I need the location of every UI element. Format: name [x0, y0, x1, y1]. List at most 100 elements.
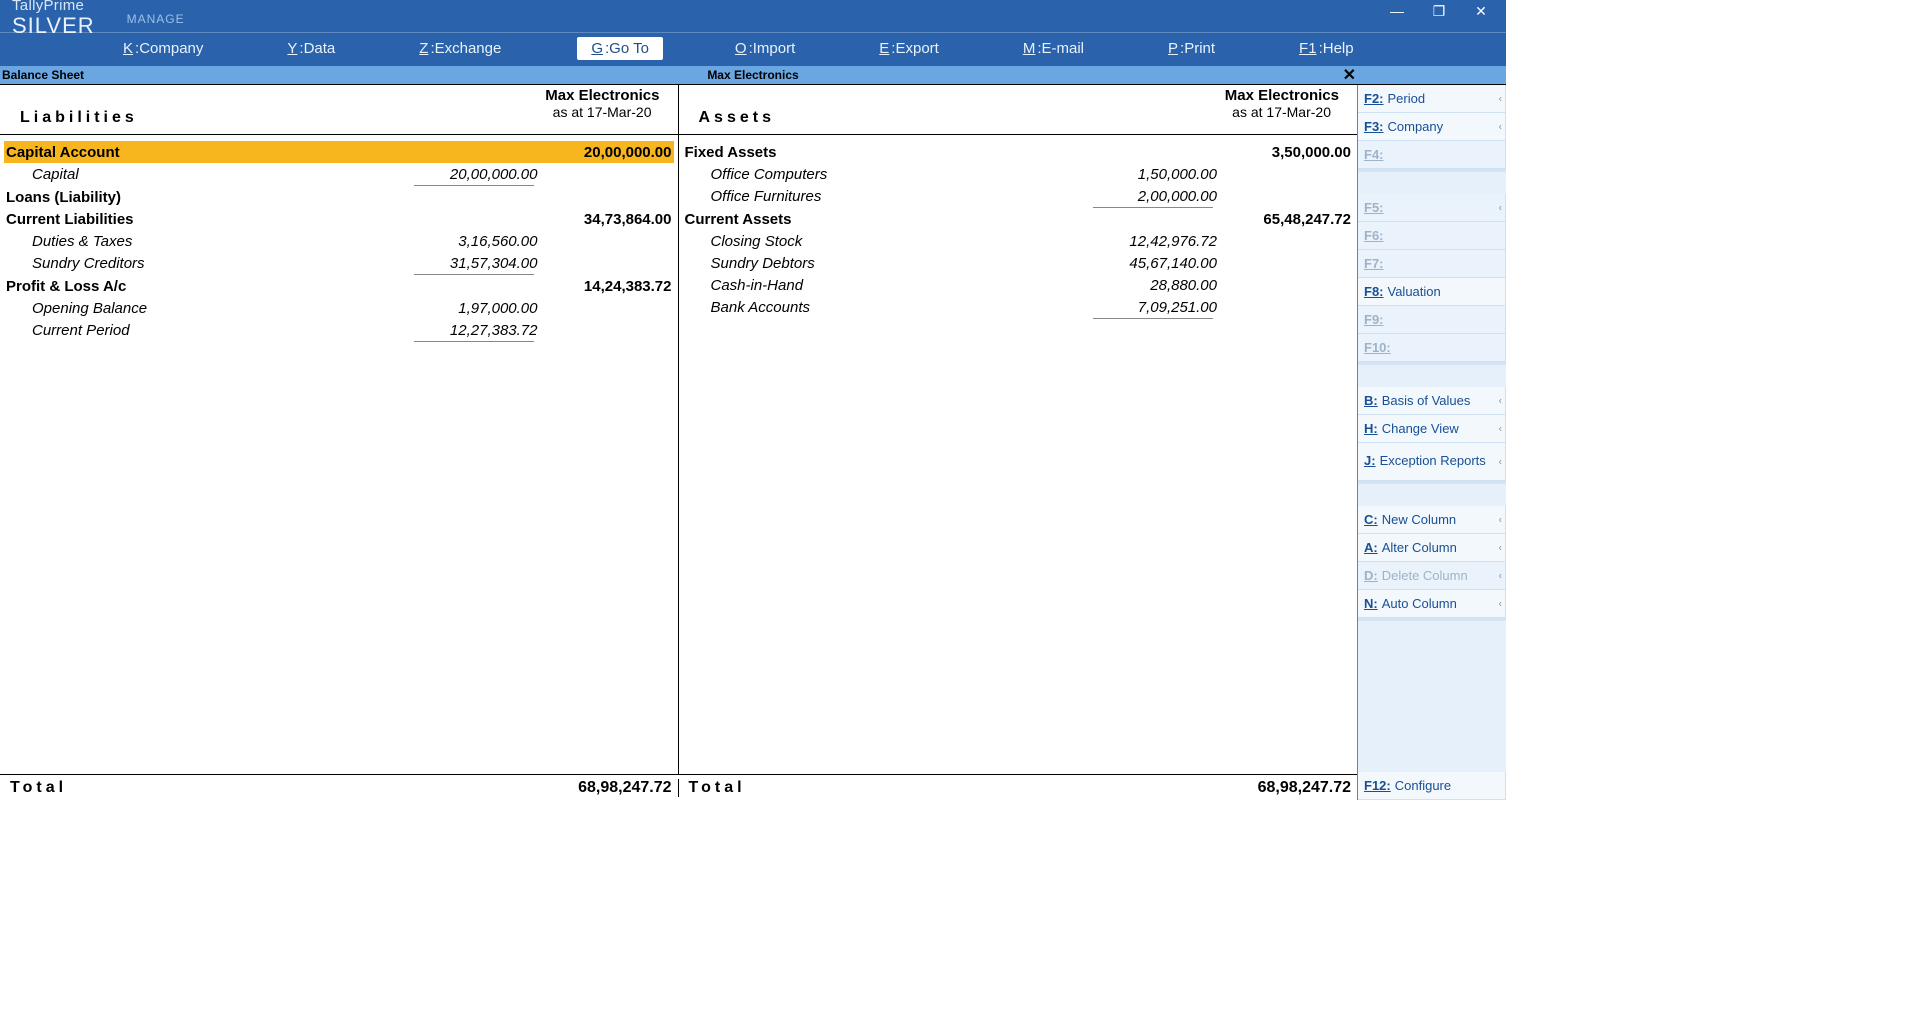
row-name: Capital Account — [4, 144, 414, 161]
assets-row-closing-stock[interactable]: Closing Stock12,42,976.72 — [683, 230, 1354, 252]
manage-label[interactable]: MANAGE — [127, 12, 185, 26]
row-amount: 20,00,000.00 — [414, 166, 544, 183]
sidepanel-change-view[interactable]: H:Change View‹ — [1358, 415, 1506, 443]
row-name: Office Computers — [683, 166, 1094, 183]
row-name: Office Furnitures — [683, 188, 1094, 205]
total-value-right: 68,98,247.72 — [1183, 779, 1353, 797]
sidepanel-period[interactable]: F2:Period‹ — [1358, 85, 1506, 113]
menu-export[interactable]: E:Export — [871, 36, 951, 61]
menu-e-mail[interactable]: M:E-mail — [1015, 36, 1096, 61]
chevron-left-icon: ‹ — [1499, 93, 1502, 104]
sidepanel-new-column[interactable]: C:New Column‹ — [1358, 506, 1506, 534]
menu-exchange[interactable]: Z:Exchange — [411, 36, 513, 61]
row-total: 14,24,383.72 — [544, 278, 674, 295]
close-icon[interactable]: ✕ — [1343, 65, 1356, 85]
row-name: Current Liabilities — [4, 211, 414, 228]
assets-row-fixed-assets[interactable]: Fixed Assets3,50,000.00 — [683, 141, 1354, 163]
brand-name: TallyPrime — [12, 0, 95, 13]
row-name: Duties & Taxes — [4, 233, 414, 250]
assets-row-office-furnitures[interactable]: Office Furnitures2,00,000.00 — [683, 185, 1354, 207]
row-name: Opening Balance — [4, 300, 414, 317]
assets-row-bank-accounts[interactable]: Bank Accounts7,09,251.00 — [683, 296, 1354, 318]
sidepanel-basis-of-values[interactable]: B:Basis of Values‹ — [1358, 387, 1506, 415]
menu-print[interactable]: P:Print — [1160, 36, 1227, 61]
sidepanel-f6: F6: — [1358, 222, 1506, 250]
sidepanel-auto-column[interactable]: N:Auto Column‹ — [1358, 590, 1506, 618]
assets-row-cash-in-hand[interactable]: Cash-in-Hand28,880.00 — [683, 274, 1354, 296]
row-amount: 1,97,000.00 — [414, 300, 544, 317]
row-amount: 45,67,140.00 — [1093, 255, 1223, 272]
menu-import[interactable]: O:Import — [727, 36, 807, 61]
sidepanel-configure[interactable]: F12:Configure — [1358, 772, 1506, 800]
assets-title: Assets — [699, 109, 775, 127]
sidepanel-alter-column[interactable]: A:Alter Column‹ — [1358, 534, 1506, 562]
liabilities-row-capital-account[interactable]: Capital Account 20,00,000.00 — [4, 141, 674, 163]
chevron-left-icon: ‹ — [1499, 598, 1502, 609]
row-amount: 12,27,383.72 — [414, 322, 544, 339]
liab-company: Max Electronics — [6, 87, 672, 104]
row-amount: 28,880.00 — [1093, 277, 1223, 294]
chevron-left-icon: ‹ — [1499, 542, 1502, 553]
chevron-left-icon: ‹ — [1499, 456, 1502, 467]
sidepanel-f4: F4: — [1358, 141, 1506, 169]
assets-row-sundry-debtors[interactable]: Sundry Debtors45,67,140.00 — [683, 252, 1354, 274]
chevron-left-icon: ‹ — [1499, 202, 1502, 213]
row-name: Sundry Debtors — [683, 255, 1094, 272]
liabilities-row-current-liabilities[interactable]: Current Liabilities 34,73,864.00 — [4, 208, 674, 230]
assets-row-office-computers[interactable]: Office Computers1,50,000.00 — [683, 163, 1354, 185]
liabilities-row-loans-liability-[interactable]: Loans (Liability) — [4, 186, 674, 208]
sidepanel-exception-reports[interactable]: J:Exception Reports‹ — [1358, 443, 1506, 481]
menu-company[interactable]: K:Company — [115, 36, 215, 61]
liabilities-total: Total 68,98,247.72 — [0, 779, 679, 797]
sidepanel-delete-column: D:Delete Column‹ — [1358, 562, 1506, 590]
breadcrumb: Balance Sheet Max Electronics ✕ — [0, 66, 1506, 84]
row-name: Bank Accounts — [683, 299, 1094, 316]
row-amount: 31,57,304.00 — [414, 255, 544, 272]
total-value-left: 68,98,247.72 — [504, 779, 674, 797]
row-name: Sundry Creditors — [4, 255, 414, 272]
menubar: K:Company Y:Data Z:Exchange G:Go To O:Import… — [0, 32, 1506, 64]
assets-row-current-assets[interactable]: Current Assets 65,48,247.72 — [683, 208, 1354, 230]
liabilities-title: Liabilities — [20, 109, 138, 127]
row-name: Closing Stock — [683, 233, 1094, 250]
sidepanel-f10: F10: — [1358, 334, 1506, 362]
window-maximize-icon[interactable]: ❐ — [1418, 0, 1460, 22]
row-amount: 2,00,000.00 — [1093, 188, 1223, 205]
liabilities-row-opening-balance[interactable]: Opening Balance1,97,000.00 — [4, 297, 674, 319]
row-name: Profit & Loss A/c — [4, 278, 414, 295]
row-total: 20,00,000.00 — [544, 144, 674, 161]
menu-data[interactable]: Y:Data — [279, 36, 347, 61]
row-amount: 1,50,000.00 — [1093, 166, 1223, 183]
liabilities-row-current-period[interactable]: Current Period12,27,383.72 — [4, 319, 674, 341]
report-body: Capital Account20,00,000.00Capital20,00,… — [0, 135, 1357, 774]
row-amount: 3,16,560.00 — [414, 233, 544, 250]
row-total: 3,50,000.00 — [1223, 144, 1353, 161]
menu-go-to[interactable]: G:Go To — [577, 37, 663, 60]
titlebar: TallyPrime SILVER MANAGE — ❐ ✕ K:Company… — [0, 0, 1506, 66]
sidepanel-f5: F5:‹ — [1358, 194, 1506, 222]
chevron-left-icon: ‹ — [1499, 423, 1502, 434]
liabilities-row-profit-loss-a-c[interactable]: Profit & Loss A/c 14,24,383.72 — [4, 275, 674, 297]
liabilities-row-capital[interactable]: Capital20,00,000.00 — [4, 163, 674, 185]
liabilities-header: Max Electronics as at 17-Mar-20 Liabilit… — [0, 85, 679, 134]
window-controls: — ❐ ✕ — [1376, 0, 1502, 22]
liabilities-row-duties-taxes[interactable]: Duties & Taxes3,16,560.00 — [4, 230, 674, 252]
window-minimize-icon[interactable]: — — [1376, 0, 1418, 22]
row-total: 34,73,864.00 — [544, 211, 674, 228]
row-amount: 12,42,976.72 — [1093, 233, 1223, 250]
sidepanel-valuation[interactable]: F8:Valuation — [1358, 278, 1506, 306]
chevron-left-icon: ‹ — [1499, 121, 1502, 132]
row-name: Current Assets — [683, 211, 1094, 228]
total-label-left: Total — [4, 779, 504, 797]
window-close-icon[interactable]: ✕ — [1460, 0, 1502, 22]
liabilities-row-sundry-creditors[interactable]: Sundry Creditors31,57,304.00 — [4, 252, 674, 274]
total-label-right: Total — [683, 779, 1184, 797]
row-total: 65,48,247.72 — [1223, 211, 1353, 228]
assets-asat: as at 17-Mar-20 — [685, 104, 1352, 120]
sidepanel-company[interactable]: F3:Company‹ — [1358, 113, 1506, 141]
sidepanel-f7: F7: — [1358, 250, 1506, 278]
assets-pane: Fixed Assets3,50,000.00Office Computers1… — [679, 135, 1358, 774]
menu-help[interactable]: F1:Help — [1291, 36, 1366, 61]
liabilities-pane: Capital Account20,00,000.00Capital20,00,… — [0, 135, 679, 774]
row-amount: 7,09,251.00 — [1093, 299, 1223, 316]
